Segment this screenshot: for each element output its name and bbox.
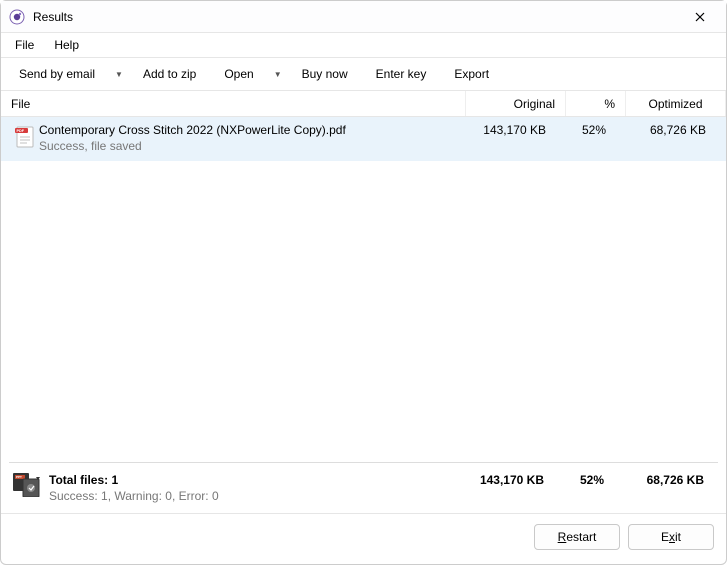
column-headers: File Original % Optimized xyxy=(1,91,726,117)
menu-file[interactable]: File xyxy=(5,35,44,55)
header-optimized[interactable]: Optimized xyxy=(626,91,726,116)
summary-percent: 52% xyxy=(554,473,614,487)
table-row[interactable]: PDF Contemporary Cross Stitch 2022 (NXPo… xyxy=(1,117,726,161)
buy-now-button[interactable]: Buy now xyxy=(288,61,362,87)
header-original[interactable]: Original xyxy=(466,91,566,116)
restart-label-post: estart xyxy=(566,530,596,544)
export-button[interactable]: Export xyxy=(440,61,503,87)
summary-title: Total files: 1 xyxy=(49,473,454,487)
summary-stack-icon: PPT xyxy=(13,473,49,497)
titlebar: Results xyxy=(1,1,726,33)
send-by-email-dropdown[interactable]: ▼ xyxy=(109,64,129,85)
cell-original: 143,170 KB xyxy=(456,123,556,137)
enter-key-button[interactable]: Enter key xyxy=(362,61,441,87)
open-dropdown[interactable]: ▼ xyxy=(268,64,288,85)
close-button[interactable] xyxy=(678,3,722,31)
menu-help[interactable]: Help xyxy=(44,35,89,55)
window-title: Results xyxy=(33,10,678,24)
cell-optimized: 68,726 KB xyxy=(616,123,716,137)
menubar: File Help xyxy=(1,33,726,57)
restart-label-accel: R xyxy=(558,530,567,544)
file-info: Contemporary Cross Stitch 2022 (NXPowerL… xyxy=(39,123,456,153)
file-status: Success, file saved xyxy=(39,139,456,153)
close-icon xyxy=(695,12,705,22)
restart-button[interactable]: Restart xyxy=(534,524,620,550)
toolbar: Send by email ▼ Add to zip Open ▼ Buy no… xyxy=(1,57,726,91)
svg-text:PDF: PDF xyxy=(17,129,25,133)
open-button[interactable]: Open xyxy=(210,61,267,87)
results-list: PDF Contemporary Cross Stitch 2022 (NXPo… xyxy=(1,117,726,462)
app-icon xyxy=(9,9,25,25)
footer: Restart Exit xyxy=(1,513,726,564)
add-to-zip-button[interactable]: Add to zip xyxy=(129,61,210,87)
summary-subtitle: Success: 1, Warning: 0, Error: 0 xyxy=(49,489,454,503)
file-name: Contemporary Cross Stitch 2022 (NXPowerL… xyxy=(39,123,456,137)
cell-percent: 52% xyxy=(556,123,616,137)
header-percent[interactable]: % xyxy=(566,91,626,116)
send-by-email-button[interactable]: Send by email xyxy=(5,61,109,87)
exit-label-pre: E xyxy=(661,530,669,544)
exit-label-post: it xyxy=(675,530,681,544)
summary-bar: PPT Total files: 1 Success: 1, Warning: … xyxy=(1,463,726,513)
svg-text:PPT: PPT xyxy=(16,475,22,479)
header-file[interactable]: File xyxy=(1,91,466,116)
summary-original: 143,170 KB xyxy=(454,473,554,487)
exit-button[interactable]: Exit xyxy=(628,524,714,550)
summary-optimized: 68,726 KB xyxy=(614,473,714,487)
summary-text: Total files: 1 Success: 1, Warning: 0, E… xyxy=(49,473,454,503)
pdf-file-icon: PDF xyxy=(11,123,39,149)
